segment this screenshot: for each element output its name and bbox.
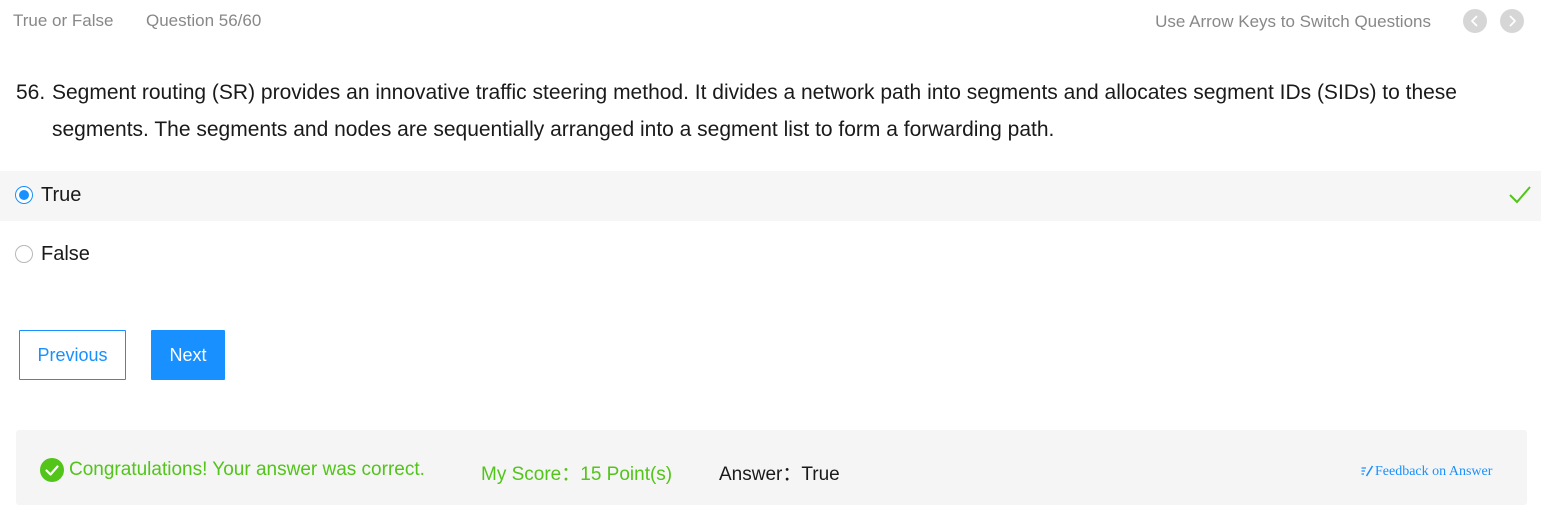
previous-button[interactable]: Previous [19,330,126,380]
option-true[interactable]: True [0,171,1541,221]
top-bar: True or False Question 56/60 Use Arrow K… [0,0,1565,42]
option-label: False [41,243,90,265]
score: My Score：15 Point(s) [481,459,672,486]
chevron-right-icon [1509,15,1516,27]
edit-icon [1361,465,1374,477]
radio-false[interactable] [15,245,33,263]
feedback-label: Feedback on Answer [1375,464,1493,479]
check-circle-icon [40,458,64,482]
nav-hint: Use Arrow Keys to Switch Questions [1155,12,1431,31]
option-label: True [41,184,82,206]
correct-answer: Answer：True [719,459,840,486]
question-text: Segment routing (SR) provides an innovat… [52,81,1457,141]
feedback-link[interactable]: Feedback on Answer [1361,464,1492,480]
checkmark-icon [1509,186,1531,204]
option-false[interactable]: False [0,230,1541,280]
next-question-arrow-button[interactable] [1500,9,1524,33]
result-panel: Congratulations! Your answer was correct… [16,430,1527,505]
chevron-left-icon [1471,15,1478,27]
score-value: 15 Point(s) [580,464,673,485]
question-stem: 56. Segment routing (SR) provides an inn… [16,74,1516,148]
radio-true[interactable] [15,186,33,204]
answer-value: True [801,464,840,485]
prev-question-button[interactable] [1463,9,1487,33]
next-button[interactable]: Next [151,330,225,380]
score-label: My Score： [481,464,581,485]
question-counter: Question 56/60 [146,11,262,30]
question-number: 56. [16,81,46,104]
answer-label: Answer： [719,464,802,485]
result-message: Congratulations! Your answer was correct… [69,459,425,480]
question-type: True or False [13,11,114,30]
